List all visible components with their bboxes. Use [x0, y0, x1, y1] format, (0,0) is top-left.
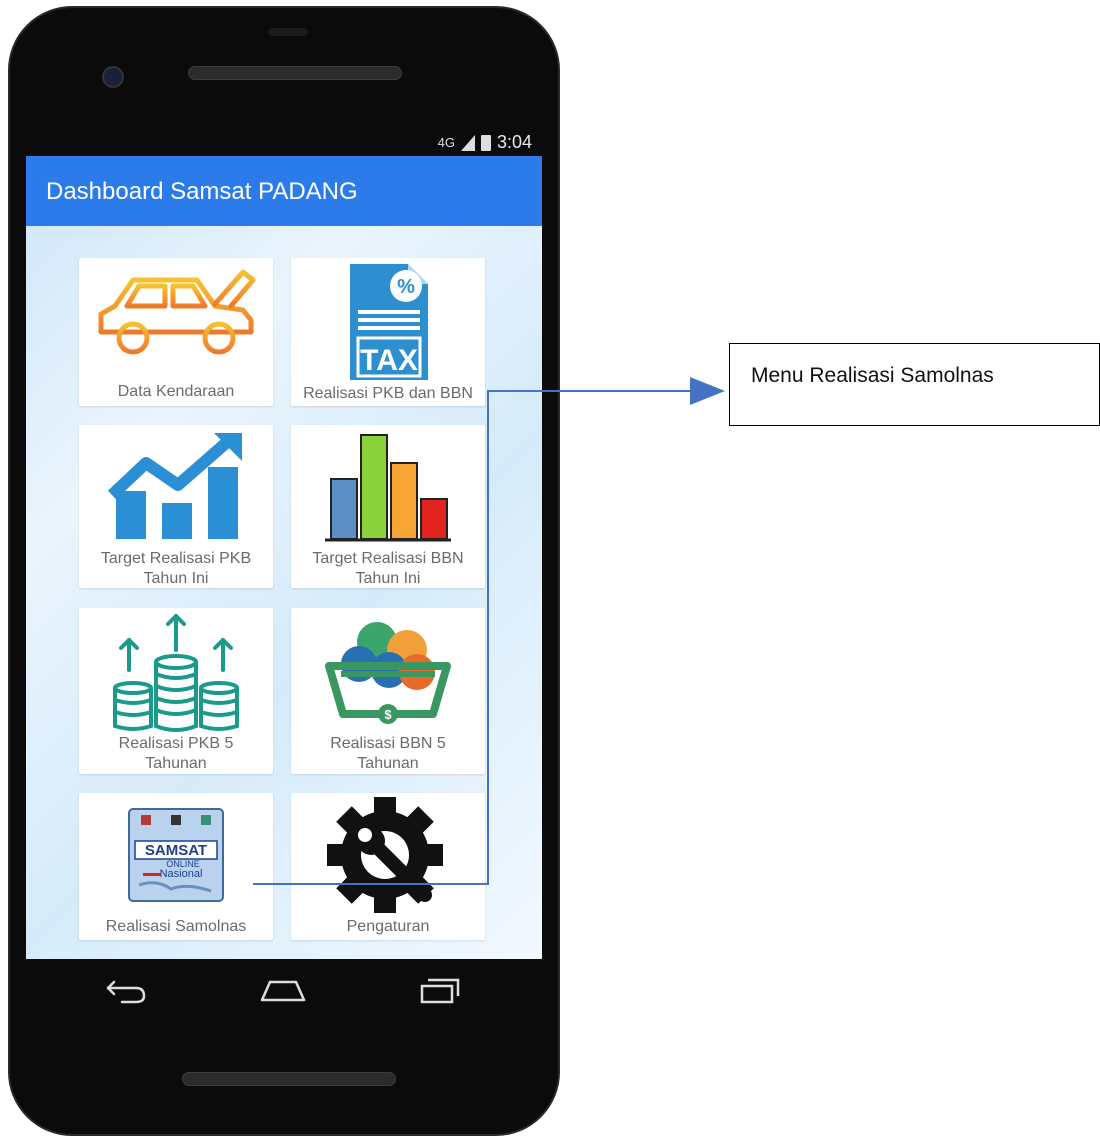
- car-icon: [98, 269, 256, 355]
- bottom-speaker: [182, 1072, 396, 1086]
- menu-realisasi-pkb-bbn[interactable]: % TAX Realisasi PKB dan BBN: [291, 258, 485, 406]
- menu-label: Realisasi Samolnas: [105, 918, 247, 935]
- annotation-callout: Menu Realisasi Samolnas: [729, 343, 1100, 426]
- svg-text:$: $: [384, 707, 392, 722]
- samsat-logo-icon: SAMSAT ONLINE Nasional: [128, 808, 224, 902]
- menu-realisasi-samolnas[interactable]: SAMSAT ONLINE Nasional Realisasi Samolna…: [79, 793, 273, 940]
- menu-label: Realisasi PKB dan BBN: [303, 385, 473, 402]
- menu-pengaturan[interactable]: Pengaturan: [291, 793, 485, 940]
- menu-label: Target Realisasi BBN Tahun Ini: [312, 550, 464, 587]
- menu-label: Realisasi PKB 5 Tahunan: [118, 735, 234, 772]
- top-speaker: [188, 66, 402, 80]
- menu-target-realisasi-bbn[interactable]: Target Realisasi BBN Tahun Ini: [291, 425, 485, 588]
- shopping-basket-icon: $: [325, 622, 451, 724]
- arrow-head-icon: [690, 377, 725, 405]
- cell-signal-icon: [460, 134, 475, 151]
- tax-document-icon: % TAX: [350, 264, 428, 380]
- svg-text:%: %: [397, 276, 415, 298]
- menu-realisasi-pkb-5-tahunan[interactable]: Realisasi PKB 5 Tahunan: [79, 608, 273, 774]
- app-screen: Dashboard Samsat PADANG Data Kendaraan %…: [26, 156, 542, 959]
- menu-data-kendaraan[interactable]: Data Kendaraan: [79, 258, 273, 406]
- back-icon[interactable]: [104, 974, 146, 1006]
- status-time: 3:04: [496, 132, 532, 152]
- growth-chart-icon: [107, 433, 242, 539]
- coins-growth-icon: [113, 614, 239, 732]
- app-title: Dashboard Samsat PADANG: [46, 178, 358, 205]
- menu-target-realisasi-pkb[interactable]: Target Realisasi PKB Tahun Ini: [79, 425, 273, 588]
- signal-icon: 4G: [437, 135, 455, 150]
- recents-icon[interactable]: [418, 974, 462, 1006]
- menu-label: Realisasi BBN 5 Tahunan: [330, 735, 446, 772]
- settings-gear-icon: [327, 797, 443, 913]
- menu-label: Pengaturan: [346, 918, 430, 935]
- menu-label: Target Realisasi PKB Tahun Ini: [100, 550, 252, 587]
- front-camera: [102, 66, 124, 88]
- bar-chart-icon: [325, 434, 451, 542]
- app-bar: Dashboard Samsat PADANG: [26, 156, 542, 226]
- svg-text:Nasional: Nasional: [160, 868, 203, 880]
- earpiece: [268, 28, 308, 36]
- battery-icon: [480, 134, 491, 151]
- home-icon[interactable]: [258, 974, 308, 1006]
- menu-realisasi-bbn-5-tahunan[interactable]: $ Realisasi BBN 5 Tahunan: [291, 608, 485, 774]
- svg-text:SAMSAT: SAMSAT: [145, 842, 207, 859]
- annotation-text: Menu Realisasi Samolnas: [751, 364, 994, 387]
- status-bar: 4G 3:04: [26, 128, 542, 156]
- menu-label: Data Kendaraan: [117, 383, 235, 400]
- navigation-bar: [26, 960, 542, 1020]
- svg-text:TAX: TAX: [360, 344, 418, 377]
